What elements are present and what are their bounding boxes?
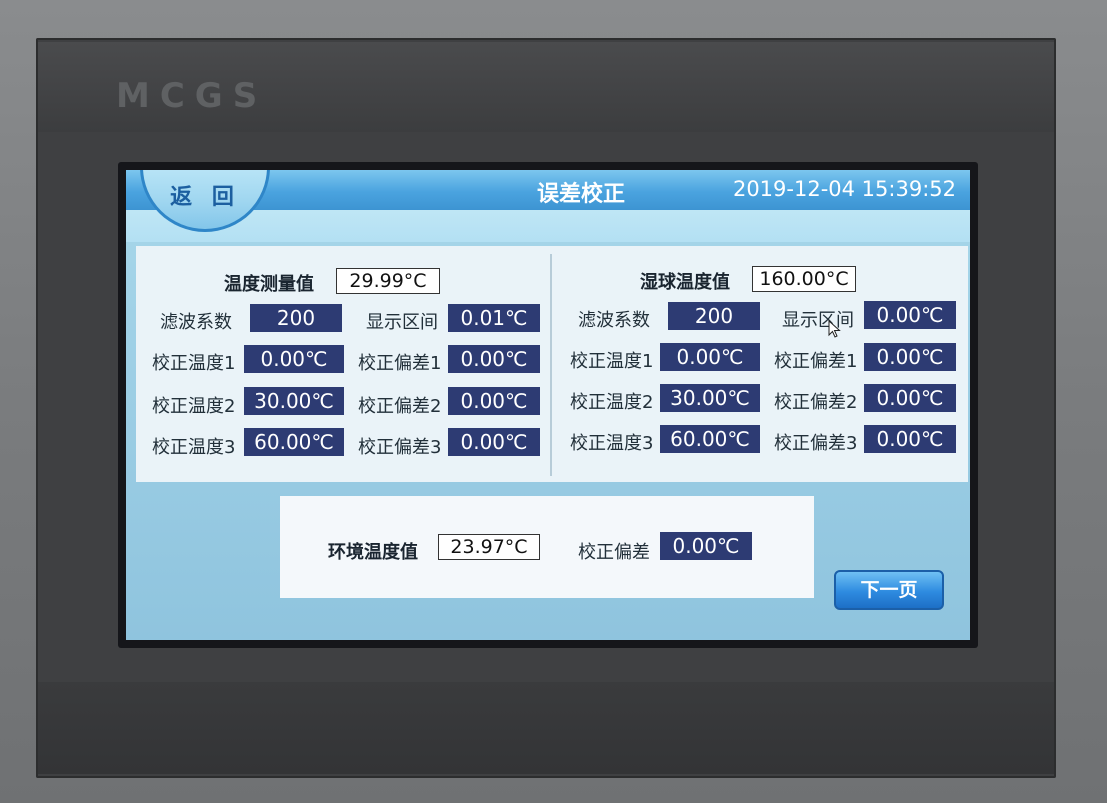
left-cal-temp-2-input[interactable]: 30.00℃ — [244, 387, 344, 415]
right-range-input[interactable]: 0.00℃ — [864, 301, 956, 329]
next-page-button[interactable]: 下一页 — [834, 570, 944, 610]
datetime-display: 2019-12-04 15:39:52 — [732, 177, 956, 201]
right-cal-dev-3-input[interactable]: 0.00℃ — [864, 425, 956, 453]
left-cal-dev-1-label: 校正偏差1 — [358, 353, 442, 374]
left-cal-dev-2-input[interactable]: 0.00℃ — [448, 387, 540, 415]
ambient-dev-input[interactable]: 0.00℃ — [660, 532, 752, 560]
panel-divider — [550, 254, 552, 476]
right-cal-temp-3-label: 校正温度3 — [570, 433, 654, 454]
ambient-dev-label: 校正偏差 — [578, 542, 650, 563]
right-cal-dev-1-label: 校正偏差1 — [774, 351, 858, 372]
left-cal-dev-1-input[interactable]: 0.00℃ — [448, 345, 540, 373]
right-cal-temp-1-label: 校正温度1 — [570, 351, 654, 372]
right-cal-temp-1-input[interactable]: 0.00℃ — [660, 343, 760, 371]
bezel-bottom — [38, 682, 1054, 774]
right-cal-dev-3-label: 校正偏差3 — [774, 433, 858, 454]
right-cal-dev-1-input[interactable]: 0.00℃ — [864, 343, 956, 371]
left-cal-temp-2-label: 校正温度2 — [152, 396, 236, 417]
right-cal-temp-2-label: 校正温度2 — [570, 392, 654, 413]
header-subbar — [126, 210, 970, 242]
left-measure-label: 温度测量值 — [224, 274, 314, 295]
right-measure-label: 湿球温度值 — [640, 272, 730, 293]
right-cal-dev-2-label: 校正偏差2 — [774, 392, 858, 413]
ambient-value: 23.97°C — [438, 534, 540, 560]
hmi-screen: 返 回 误差校正 2019-12-04 15:39:52 温度测量值 29.99… — [126, 170, 970, 640]
left-range-label: 显示区间 — [366, 312, 438, 333]
page-title: 误差校正 — [536, 182, 625, 207]
right-cal-dev-2-input[interactable]: 0.00℃ — [864, 384, 956, 412]
left-range-input[interactable]: 0.01℃ — [448, 304, 540, 332]
right-measure-value: 160.00°C — [752, 266, 856, 292]
left-cal-dev-2-label: 校正偏差2 — [358, 396, 442, 417]
right-range-label: 显示区间 — [782, 310, 854, 331]
brand-logo: MCGS — [116, 76, 268, 116]
left-measure-value: 29.99°C — [336, 268, 440, 294]
left-filter-input[interactable]: 200 — [250, 304, 342, 332]
right-filter-input[interactable]: 200 — [668, 302, 760, 330]
left-filter-label: 滤波系数 — [160, 312, 232, 333]
right-cal-temp-3-input[interactable]: 60.00℃ — [660, 425, 760, 453]
left-cal-dev-3-label: 校正偏差3 — [358, 437, 442, 458]
left-cal-temp-1-label: 校正温度1 — [152, 353, 236, 374]
right-cal-temp-2-input[interactable]: 30.00℃ — [660, 384, 760, 412]
left-cal-temp-1-input[interactable]: 0.00℃ — [244, 345, 344, 373]
ambient-label: 环境温度值 — [328, 542, 418, 563]
mouse-pointer-icon — [828, 320, 841, 338]
left-cal-dev-3-input[interactable]: 0.00℃ — [448, 428, 540, 456]
left-cal-temp-3-label: 校正温度3 — [152, 437, 236, 458]
right-filter-label: 滤波系数 — [578, 310, 650, 331]
left-cal-temp-3-input[interactable]: 60.00℃ — [244, 428, 344, 456]
